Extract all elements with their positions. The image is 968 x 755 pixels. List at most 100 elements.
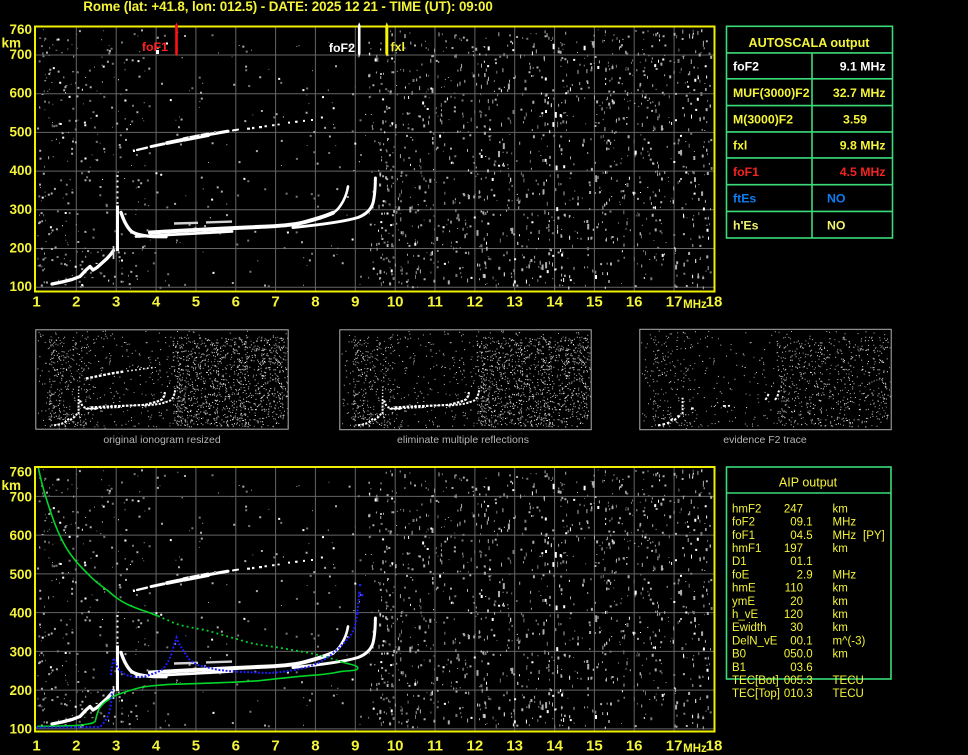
svg-text:300: 300 [9, 644, 32, 659]
svg-text:005: 005 [784, 675, 803, 687]
svg-text:.3: .3 [803, 675, 813, 687]
svg-text:AUTOSCALA output: AUTOSCALA output [748, 36, 870, 50]
svg-text:TEC[Top]: TEC[Top] [732, 688, 780, 700]
svg-text:km: km [833, 609, 848, 621]
svg-text:4.5 MHz: 4.5 MHz [840, 165, 886, 179]
svg-text:2: 2 [72, 294, 80, 311]
svg-text:14: 14 [546, 738, 563, 755]
svg-text:4: 4 [152, 294, 161, 311]
svg-text:.0: .0 [803, 649, 813, 661]
svg-text:15: 15 [586, 738, 603, 755]
svg-text:ymE: ymE [732, 596, 755, 608]
svg-text:Rome (lat: +41.8, lon: 012.5): Rome (lat: +41.8, lon: 012.5) - DATE: 20… [83, 0, 492, 14]
svg-text:1: 1 [32, 738, 40, 755]
svg-text:09: 09 [790, 517, 803, 529]
svg-text:247: 247 [784, 503, 803, 515]
svg-text:13: 13 [506, 738, 523, 755]
svg-text:hmF1: hmF1 [732, 543, 761, 555]
svg-text:6: 6 [232, 738, 240, 755]
svg-text:600: 600 [9, 86, 32, 101]
svg-text:30: 30 [790, 622, 803, 634]
svg-text:foE: foE [732, 569, 750, 581]
svg-text:km: km [833, 543, 848, 555]
svg-text:MHz: MHz [833, 530, 857, 542]
svg-text:5: 5 [192, 738, 200, 755]
svg-text:1: 1 [32, 294, 40, 311]
svg-text:foF2: foF2 [733, 59, 759, 73]
svg-text:fxl: fxl [391, 40, 405, 54]
svg-text:12: 12 [467, 738, 484, 755]
svg-text:11: 11 [427, 294, 443, 311]
svg-text:foF2: foF2 [329, 41, 355, 55]
svg-text:km: km [833, 583, 848, 595]
svg-text:km: km [833, 622, 848, 634]
svg-text:11: 11 [427, 738, 443, 755]
svg-text:M(3000)F2: M(3000)F2 [733, 112, 793, 126]
svg-text:NO: NO [827, 192, 846, 206]
svg-text:197: 197 [784, 543, 803, 555]
svg-text:17: 17 [666, 738, 683, 755]
svg-text:050: 050 [784, 649, 803, 661]
svg-text:km: km [1, 478, 21, 493]
svg-text:5: 5 [192, 294, 200, 311]
svg-text:6: 6 [232, 294, 240, 311]
svg-text:.6: .6 [803, 662, 813, 674]
svg-text:7: 7 [271, 294, 279, 311]
svg-text:14: 14 [546, 294, 563, 311]
svg-text:AIP output: AIP output [779, 476, 838, 490]
svg-text:MHz: MHz [683, 299, 707, 311]
svg-text:foF1: foF1 [142, 40, 168, 54]
svg-text:.1: .1 [803, 635, 813, 647]
svg-text:evidence F2 trace: evidence F2 trace [723, 434, 807, 446]
svg-text:600: 600 [9, 528, 32, 543]
svg-text:7: 7 [271, 738, 279, 755]
svg-text:500: 500 [9, 567, 32, 582]
svg-text:eliminate multiple reflections: eliminate multiple reflections [397, 434, 529, 446]
svg-text:hmF2: hmF2 [732, 503, 761, 515]
svg-text:km: km [833, 649, 848, 661]
svg-text:m^(-3): m^(-3) [833, 635, 866, 647]
svg-text:100: 100 [9, 722, 32, 737]
svg-text:km: km [833, 596, 848, 608]
svg-text:3.59: 3.59 [843, 112, 867, 126]
svg-text:fxl: fxl [733, 139, 747, 153]
svg-text:9: 9 [351, 294, 359, 311]
svg-text:20: 20 [790, 596, 803, 608]
svg-text:TECU: TECU [833, 688, 864, 700]
svg-text:foF1: foF1 [733, 165, 759, 179]
svg-text:km: km [833, 503, 848, 515]
svg-text:400: 400 [9, 163, 32, 178]
svg-text:h'Es: h'Es [733, 218, 759, 232]
svg-text:DelN_vE: DelN_vE [732, 635, 778, 647]
svg-text:12: 12 [467, 294, 484, 311]
svg-text:B1: B1 [732, 662, 746, 674]
svg-text:.1: .1 [803, 556, 813, 568]
svg-text:8: 8 [311, 294, 319, 311]
svg-text:.1: .1 [803, 517, 813, 529]
svg-text:9: 9 [351, 738, 359, 755]
svg-text:17: 17 [666, 294, 683, 311]
svg-text:18: 18 [706, 294, 723, 311]
svg-text:15: 15 [586, 294, 603, 311]
svg-text:200: 200 [9, 683, 32, 698]
svg-text:[PY]: [PY] [863, 530, 885, 542]
svg-text:MUF(3000)F2: MUF(3000)F2 [733, 86, 810, 100]
svg-text:9.8 MHz: 9.8 MHz [840, 139, 886, 153]
svg-text:400: 400 [9, 606, 32, 621]
svg-text:.9: .9 [803, 569, 813, 581]
svg-text:2: 2 [72, 738, 80, 755]
svg-text:500: 500 [9, 124, 32, 139]
svg-text:MHz: MHz [833, 569, 857, 581]
svg-text:18: 18 [706, 738, 723, 755]
svg-text:200: 200 [9, 241, 32, 256]
svg-text:3: 3 [112, 294, 120, 311]
svg-text:16: 16 [626, 738, 643, 755]
svg-text:km: km [1, 36, 21, 51]
svg-text:32.7 MHz: 32.7 MHz [833, 86, 886, 100]
svg-text:h_vE: h_vE [732, 609, 759, 621]
svg-text:04: 04 [790, 530, 803, 542]
svg-text:TEC[Bot]: TEC[Bot] [732, 675, 779, 687]
svg-text:4: 4 [152, 738, 161, 755]
svg-text:010: 010 [784, 688, 803, 700]
svg-text:00: 00 [790, 635, 803, 647]
